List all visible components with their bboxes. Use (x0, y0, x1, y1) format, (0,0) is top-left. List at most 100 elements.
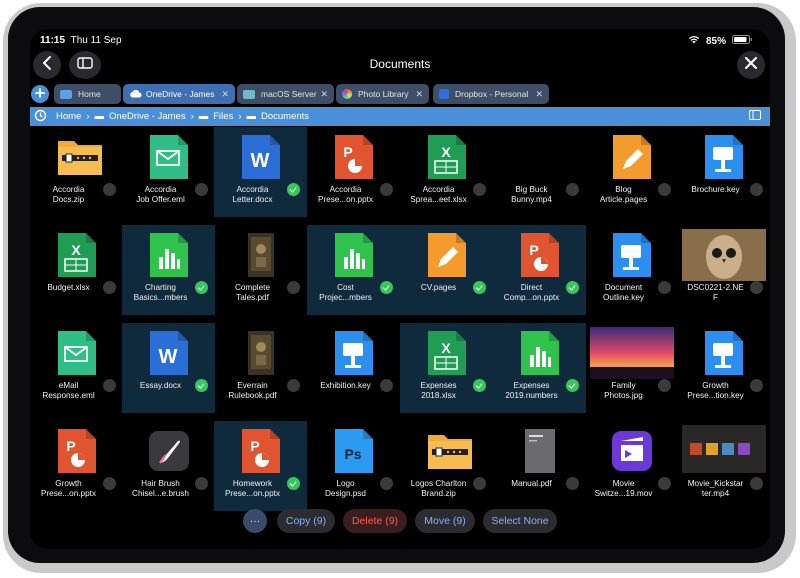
selection-circle-icon[interactable] (658, 183, 671, 196)
selection-circle-icon[interactable] (380, 379, 393, 392)
tab-dropbox[interactable]: Dropbox - Personal ✕ (433, 84, 549, 104)
file-item[interactable]: X Accordia Sprea...eet.xlsx (400, 127, 493, 217)
selection-circle-icon[interactable] (750, 379, 763, 392)
selection-circle-icon[interactable] (473, 477, 486, 490)
add-tab-button[interactable] (31, 85, 49, 103)
checkmark-icon[interactable] (195, 281, 208, 294)
tab-macos-server[interactable]: macOS Server ✕ (237, 84, 334, 104)
file-item[interactable]: P Direct Comp...on.pptx (493, 225, 586, 315)
checkmark-icon[interactable] (566, 281, 579, 294)
owl-photo-icon (681, 229, 766, 281)
file-item[interactable]: W Essay.docx (122, 323, 215, 413)
selection-circle-icon[interactable] (287, 379, 300, 392)
numbers-icon (333, 231, 375, 279)
file-name-line: 2019.numbers (505, 391, 558, 400)
checkmark-icon[interactable] (195, 379, 208, 392)
file-item[interactable]: Accordia Docs.zip (30, 127, 123, 217)
selection-circle-icon[interactable] (658, 477, 671, 490)
file-item[interactable]: DSC0221-2.NE F (677, 225, 770, 315)
file-item[interactable]: P Accordia Prese...on.pptx (307, 127, 400, 217)
file-item[interactable]: Exhibition.key (307, 323, 400, 413)
checkmark-icon[interactable] (473, 379, 486, 392)
selection-circle-icon[interactable] (566, 183, 579, 196)
file-item[interactable]: Accordia Job Offer.eml (122, 127, 215, 217)
close-button[interactable] (737, 51, 765, 79)
delete-button[interactable]: Delete (9) (343, 509, 407, 533)
selection-circle-icon[interactable] (287, 281, 300, 294)
checkmark-icon[interactable] (287, 183, 300, 196)
file-item[interactable]: Ps Logo Design.psd (307, 421, 400, 511)
selection-circle-icon[interactable] (658, 379, 671, 392)
close-tab-icon[interactable]: ✕ (320, 89, 328, 100)
selection-circle-icon[interactable] (750, 183, 763, 196)
file-item[interactable]: Everrain Rulebook.pdf (214, 323, 307, 413)
file-item[interactable]: Growth Prese...tion.key (677, 323, 770, 413)
file-item[interactable]: Movie_Kickstar ter.mp4 (677, 421, 770, 511)
selection-circle-icon[interactable] (566, 477, 579, 490)
select-none-button[interactable]: Select None (483, 509, 557, 533)
tab-onedrive[interactable]: OneDrive - James ✕ (123, 84, 235, 104)
file-item[interactable]: Logos Charlton Brand.zip (400, 421, 493, 511)
checkmark-icon[interactable] (566, 379, 579, 392)
file-name-line: Movie (612, 479, 635, 488)
file-item[interactable]: Movie Switze...19.mov (585, 421, 678, 511)
file-item[interactable]: eMail Response.eml (30, 323, 123, 413)
file-name: CV.pages (402, 283, 475, 293)
selection-circle-icon[interactable] (658, 281, 671, 294)
word-icon: W (148, 329, 190, 377)
file-item[interactable]: Charting Basics...mbers (122, 225, 215, 315)
file-item[interactable]: Manual.pdf (493, 421, 586, 511)
selection-circle-icon[interactable] (750, 477, 763, 490)
breadcrumb-onedrive[interactable]: OneDrive - James (109, 111, 186, 122)
selection-circle-icon[interactable] (103, 183, 116, 196)
file-item[interactable]: Document Outline.key (585, 225, 678, 315)
breadcrumb-home[interactable]: Home (56, 111, 81, 122)
view-options-icon[interactable] (749, 110, 761, 123)
checkmark-icon[interactable] (380, 281, 393, 294)
file-item[interactable]: Hair Brush Chisel...e.brush (122, 421, 215, 511)
checkmark-icon[interactable] (473, 281, 486, 294)
selection-circle-icon[interactable] (103, 477, 116, 490)
breadcrumb-files[interactable]: Files (213, 111, 233, 122)
selection-circle-icon[interactable] (473, 183, 486, 196)
checkmark-icon[interactable] (287, 477, 300, 490)
powerpoint-icon: P (240, 427, 282, 475)
selection-circle-icon[interactable] (103, 281, 116, 294)
svg-text:P: P (250, 438, 259, 454)
file-name-line: Growth (702, 381, 729, 390)
selection-circle-icon[interactable] (103, 379, 116, 392)
file-item[interactable]: Big Buck Bunny.mp4 (493, 127, 586, 217)
selection-circle-icon[interactable] (380, 183, 393, 196)
breadcrumb: Home › ▬ OneDrive - James › ▬ Files › ▬ … (30, 107, 770, 126)
copy-button[interactable]: Copy (9) (277, 509, 335, 533)
file-item[interactable]: CV.pages (400, 225, 493, 315)
file-item[interactable]: Cost Projec...mbers (307, 225, 400, 315)
file-item[interactable]: Complete Tales.pdf (214, 225, 307, 315)
file-item[interactable]: Brochure.key (677, 127, 770, 217)
close-tab-icon[interactable]: ✕ (415, 89, 423, 100)
breadcrumb-documents[interactable]: Documents (261, 111, 309, 122)
move-button[interactable]: Move (9) (415, 509, 475, 533)
selection-circle-icon[interactable] (195, 183, 208, 196)
svg-text:X: X (441, 144, 451, 160)
more-button[interactable]: ··· (243, 509, 267, 533)
tab-home[interactable]: Home (54, 84, 121, 104)
file-item[interactable]: Expenses 2019.numbers (493, 323, 586, 413)
close-tab-icon[interactable]: ✕ (535, 89, 543, 100)
file-name: Direct Comp...on.pptx (495, 283, 568, 303)
file-item[interactable]: X Expenses 2018.xlsx (400, 323, 493, 413)
selection-circle-icon[interactable] (380, 477, 393, 490)
selection-circle-icon[interactable] (195, 477, 208, 490)
selection-circle-icon[interactable] (750, 281, 763, 294)
file-item[interactable]: W Accordia Letter.docx (214, 127, 307, 217)
file-item[interactable]: P Growth Prese...on.pptx (30, 421, 123, 511)
history-icon[interactable] (34, 109, 47, 125)
file-item[interactable]: Blog Article.pages (585, 127, 678, 217)
tab-photo-library[interactable]: Photo Library ✕ (336, 84, 429, 104)
file-item[interactable]: X Budget.xlsx (30, 225, 123, 315)
tab-label: Home (78, 89, 101, 99)
file-item[interactable]: Family Photos.jpg (585, 323, 678, 413)
wifi-icon (688, 35, 700, 47)
close-tab-icon[interactable]: ✕ (221, 89, 229, 100)
file-item[interactable]: P Homework Prese...on.pptx (214, 421, 307, 511)
